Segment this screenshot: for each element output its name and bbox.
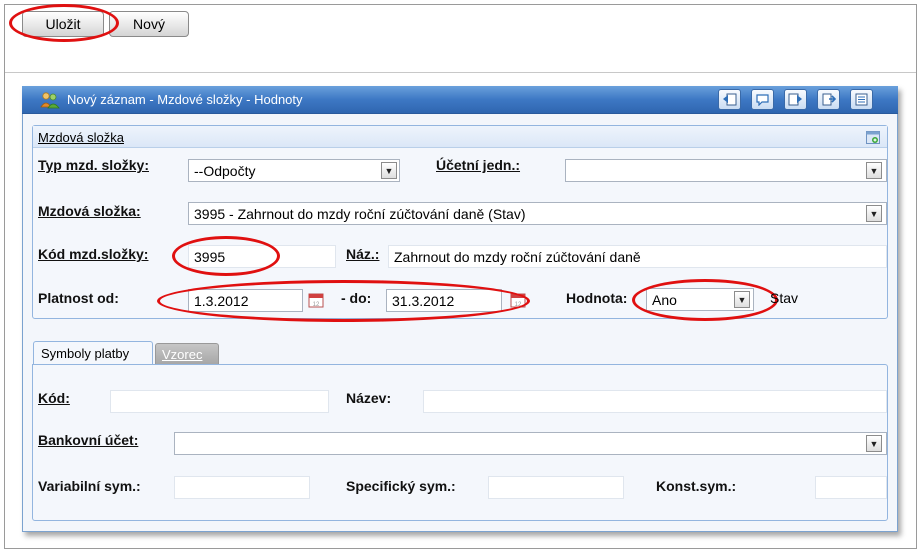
do-label: - do:	[341, 290, 372, 306]
ucetni-label: Účetní jedn.:	[436, 157, 521, 173]
chevron-down-icon[interactable]: ▼	[381, 162, 397, 179]
konst-field[interactable]	[815, 476, 887, 499]
comment-icon[interactable]	[751, 89, 774, 110]
platnost-od-value: 1.3.2012	[194, 293, 249, 309]
platnost-label: Platnost od:	[38, 290, 119, 306]
bank-select[interactable]	[174, 432, 887, 455]
new-button[interactable]: Nový	[109, 11, 189, 37]
window-title: Nový záznam - Mzdové složky - Hodnoty	[67, 92, 303, 107]
chevron-down-icon[interactable]: ▼	[734, 291, 750, 308]
calendar-icon[interactable]: 12	[308, 292, 324, 308]
stav-label: Stav	[770, 290, 799, 306]
chevron-down-icon[interactable]: ▼	[866, 205, 882, 222]
tab-vzorec[interactable]: Vzorec	[155, 343, 219, 364]
kod-mzd-field[interactable]: 3995	[188, 245, 336, 268]
bank-label: Bankovní účet:	[38, 432, 139, 448]
hodnota-label: Hodnota:	[566, 290, 628, 306]
kod-field[interactable]	[110, 390, 329, 413]
ucetni-select[interactable]	[565, 159, 887, 182]
tab-symboly-label: Symboly platby	[41, 346, 130, 361]
var-field[interactable]	[174, 476, 310, 499]
tab-symboly-platby[interactable]: Symboly platby	[33, 341, 153, 364]
mzdova-label: Mzdová složka:	[38, 203, 141, 219]
mzdova-select-value: 3995 - Zahrnout do mzdy roční zúčtování …	[194, 206, 526, 222]
typ-select-value: --Odpočty	[194, 163, 256, 179]
save-button[interactable]: Uložit	[22, 11, 104, 37]
toolbar-divider	[5, 72, 916, 73]
mzdova-select[interactable]: 3995 - Zahrnout do mzdy roční zúčtování …	[188, 202, 887, 225]
forward-icon[interactable]	[784, 89, 807, 110]
save-button-label: Uložit	[45, 16, 81, 32]
platnost-do-value: 31.3.2012	[392, 293, 455, 309]
spec-field[interactable]	[488, 476, 624, 499]
naz-field[interactable]: Zahrnout do mzdy roční zúčtování daně	[388, 245, 887, 268]
naz-value: Zahrnout do mzdy roční zúčtování daně	[394, 249, 641, 265]
svg-text:12: 12	[313, 302, 320, 308]
chevron-down-icon[interactable]: ▼	[866, 435, 882, 452]
new-button-label: Nový	[133, 16, 165, 32]
mzdova-slozka-panel-header	[33, 126, 887, 148]
list-icon[interactable]	[850, 89, 873, 110]
konst-label: Konst.sym.:	[656, 478, 737, 494]
kod-mzd-label: Kód mzd.složky:	[38, 246, 149, 262]
chevron-down-icon[interactable]: ▼	[866, 162, 882, 179]
svg-text:12: 12	[515, 302, 522, 308]
kod-mzd-value: 3995	[194, 249, 226, 265]
export-icon[interactable]	[817, 89, 840, 110]
typ-select[interactable]: --Odpočty	[188, 159, 400, 182]
panel-title: Mzdová složka	[38, 130, 124, 145]
users-icon	[40, 91, 60, 109]
nazev-label: Název:	[346, 390, 392, 406]
platnost-od-field[interactable]: 1.3.2012	[188, 289, 303, 312]
naz-label: Náz.:	[346, 246, 380, 262]
back-icon[interactable]	[718, 89, 741, 110]
tab-vzorec-label: Vzorec	[162, 347, 203, 362]
var-label: Variabilní sym.:	[38, 478, 141, 494]
platnost-do-field[interactable]: 31.3.2012	[386, 289, 502, 312]
spec-label: Specifický sym.:	[346, 478, 456, 494]
add-panel-icon[interactable]	[866, 131, 880, 144]
typ-label: Typ mzd. složky:	[38, 157, 149, 173]
kod-label: Kód:	[38, 390, 70, 406]
hodnota-select-value: Ano	[652, 292, 677, 308]
calendar-icon[interactable]: 12	[510, 292, 526, 308]
nazev-field[interactable]	[423, 390, 887, 413]
